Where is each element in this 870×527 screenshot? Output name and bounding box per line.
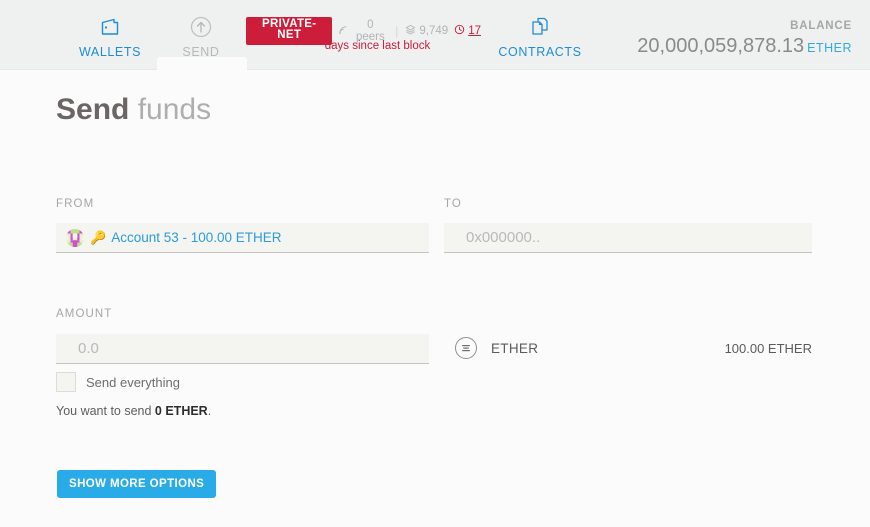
send-summary-prefix: You want to send	[56, 404, 155, 418]
key-icon: 🔑	[90, 230, 107, 245]
balance-value-row: 20,000,059,878.13 ETHER	[637, 35, 852, 58]
active-tab-indicator	[157, 57, 247, 71]
app-header: WALLETS SEND PRIVATE-NET 0 peers | 9,749…	[0, 0, 870, 71]
send-everything-checkbox[interactable]	[56, 372, 76, 392]
network-status: PRIVATE-NET 0 peers | 9,749 17 days sinc…	[246, 16, 481, 52]
amount-label: AMOUNT	[56, 308, 113, 320]
page-title-light: funds	[137, 93, 212, 126]
show-more-options-button[interactable]: SHOW MORE OPTIONS	[57, 470, 217, 498]
to-label: TO	[444, 198, 462, 210]
balance-label: BALANCE	[790, 20, 852, 32]
page-title-strong: Send	[56, 93, 130, 126]
send-everything-label: Send everything	[86, 374, 180, 390]
blocks-stat: 9,749	[405, 24, 448, 38]
to-address-field[interactable]: 0x000000..	[444, 223, 812, 253]
block-icon	[405, 24, 416, 38]
network-badge: PRIVATE-NET	[246, 16, 333, 45]
block-number: 9,749	[419, 24, 449, 37]
token-row-ether[interactable]: ETHER 100.00 ETHER	[455, 337, 812, 359]
amount-placeholder: 0.0	[78, 340, 99, 357]
token-amount: 100.00 ETHER	[724, 340, 812, 356]
from-account-text: Account 53 - 100.00 ETHER	[111, 230, 282, 245]
nav-item-contracts[interactable]: CONTRACTS	[485, 14, 595, 59]
peers-stat: 0 peers	[338, 19, 388, 43]
balance-amount: 20,000,059,878.13	[637, 35, 805, 57]
page-title: Send funds	[56, 93, 211, 127]
send-arrow-icon	[146, 14, 256, 40]
to-address-placeholder: 0x000000..	[466, 229, 541, 246]
contracts-icon	[485, 14, 595, 40]
ether-token-icon	[455, 337, 477, 359]
token-name: ETHER	[491, 340, 539, 356]
amount-input[interactable]: 0.0	[56, 334, 429, 364]
from-label: FROM	[56, 198, 95, 210]
from-select[interactable]: 🔑 Account 53 - 100.00 ETHER	[56, 223, 429, 253]
nav-label-contracts: CONTRACTS	[498, 45, 582, 59]
peers-count: 0 peers	[355, 18, 385, 43]
nav-label-send: SEND	[182, 45, 220, 59]
send-summary: You want to send 0 ETHER.	[56, 404, 211, 418]
last-block-stat: 17	[454, 24, 481, 38]
signal-icon	[338, 24, 349, 38]
send-summary-value: 0 ETHER	[154, 404, 208, 418]
status-divider: |	[395, 23, 399, 38]
send-everything-row[interactable]: Send everything	[56, 372, 180, 392]
clock-icon	[454, 24, 465, 38]
balance-block: BALANCE 20,000,059,878.13 ETHER	[637, 20, 852, 58]
last-block-days: 17	[468, 24, 481, 37]
nav-item-send[interactable]: SEND	[146, 14, 256, 59]
app-window: WALLETS SEND PRIVATE-NET 0 peers | 9,749…	[0, 0, 870, 527]
send-summary-suffix: .	[207, 404, 212, 418]
balance-unit: ETHER	[807, 41, 852, 55]
identicon-avatar	[66, 228, 84, 247]
